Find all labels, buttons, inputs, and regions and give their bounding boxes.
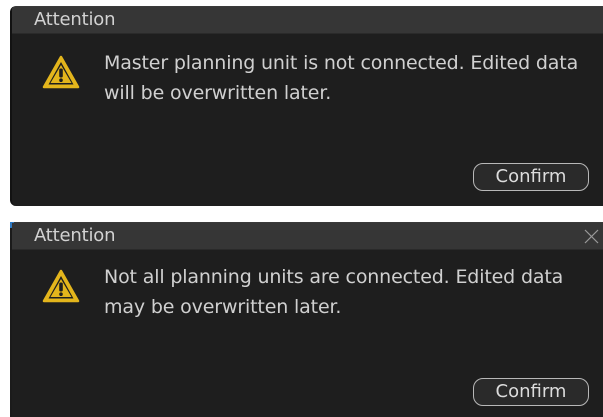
confirm-button[interactable]: Confirm [473,378,589,406]
dialog-title-bar[interactable]: Attention [12,223,603,250]
dialog-title: Attention [34,225,116,246]
dialog-message: Master planning unit is not connected. E… [104,52,579,104]
dialog-message: Not all planning units are connected. Ed… [104,266,564,318]
warning-icon [42,269,80,303]
attention-dialog-planning-units: Attention Not all planning units are con… [10,222,603,417]
close-icon[interactable] [584,229,599,244]
dialog-title-bar[interactable]: Attention [12,7,603,34]
attention-dialog-master: Attention Master planning unit is not co… [10,6,603,206]
dialog-title: Attention [34,9,116,30]
warning-icon [42,55,80,89]
confirm-button[interactable]: Confirm [473,163,589,191]
